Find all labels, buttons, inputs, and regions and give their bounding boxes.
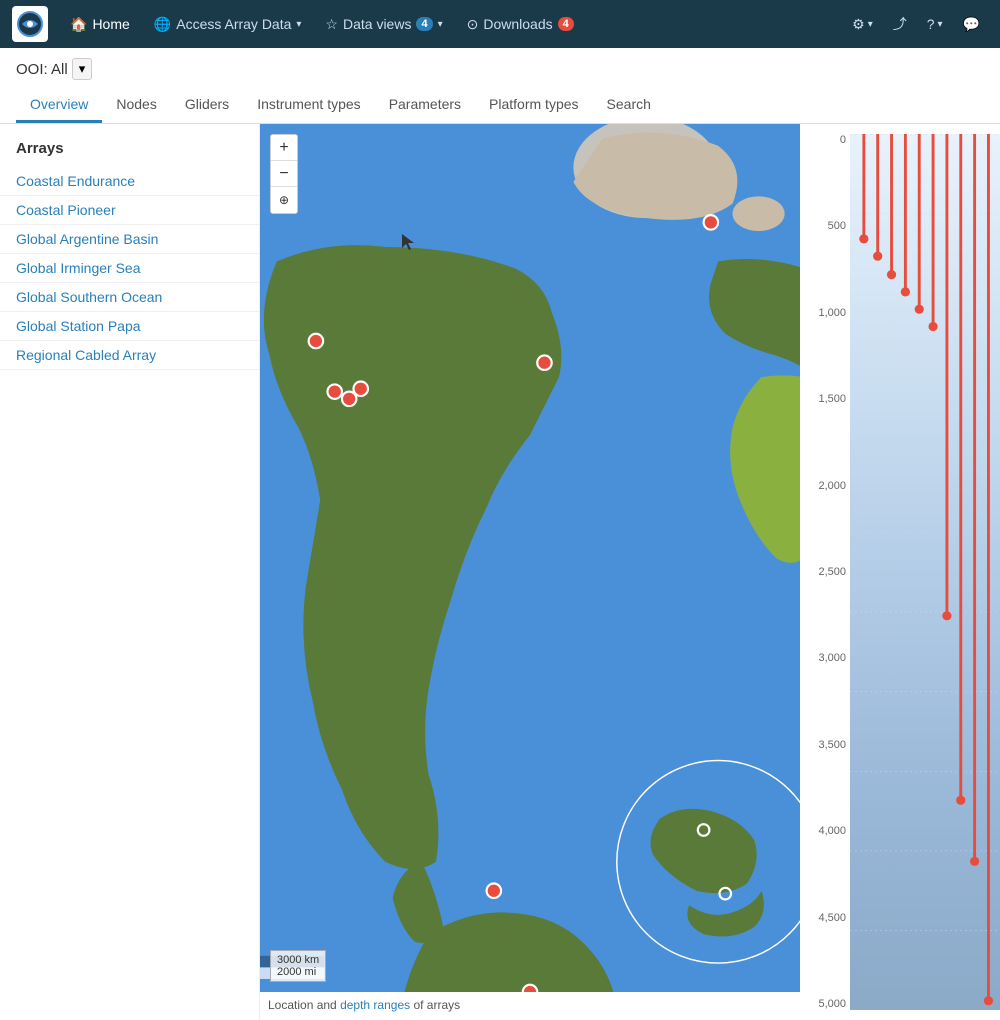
subheader: OOI: All ▾ Overview Nodes Gliders Instru… bbox=[0, 48, 1000, 124]
depth-label-3500: 3,500 bbox=[800, 739, 846, 751]
settings-nav[interactable]: ⚙ ▾ bbox=[844, 10, 881, 39]
map-caption: Location and depth ranges of arrays bbox=[260, 992, 800, 1018]
sidebar-item-coastal-pioneer[interactable]: Coastal Pioneer bbox=[0, 196, 259, 225]
ooi-logo bbox=[12, 6, 48, 42]
ooi-dropdown-btn[interactable]: ▾ bbox=[72, 58, 93, 80]
chat-nav[interactable]: 💬 bbox=[955, 10, 988, 39]
map-zoom-controls: + − ⊕ bbox=[270, 134, 298, 214]
depth-label-1500: 1,500 bbox=[800, 393, 846, 405]
tab-parameters[interactable]: Parameters bbox=[375, 88, 475, 123]
sidebar-item-coastal-endurance[interactable]: Coastal Endurance bbox=[0, 167, 259, 196]
depth-label-2000: 2,000 bbox=[800, 480, 846, 492]
chevron-down-icon-2: ▾ bbox=[438, 19, 443, 30]
chevron-down-icon: ▾ bbox=[296, 19, 301, 30]
home-nav[interactable]: 🏠 Home bbox=[60, 10, 140, 39]
chevron-down-icon-3: ▾ bbox=[868, 19, 873, 30]
download-icon: ⊙ bbox=[467, 16, 479, 33]
navbar: 🏠 Home 🌐 Access Array Data ▾ ☆ Data view… bbox=[0, 0, 1000, 48]
map-area: + − ⊕ 3000 km 2000 mi Location and depth… bbox=[260, 124, 800, 1020]
help-icon: ? bbox=[927, 16, 935, 32]
depth-label-3000: 3,000 bbox=[800, 652, 846, 664]
share-nav[interactable]: ⤴ bbox=[885, 8, 915, 40]
access-array-nav[interactable]: 🌐 Access Array Data ▾ bbox=[144, 10, 312, 39]
sidebar-item-global-southern[interactable]: Global Southern Ocean bbox=[0, 283, 259, 312]
sidebar-item-global-argentine[interactable]: Global Argentine Basin bbox=[0, 225, 259, 254]
depth-label-4000: 4,000 bbox=[800, 825, 846, 837]
scale-3000: 3000 km bbox=[277, 954, 319, 966]
depth-chart: 0 500 1,000 1,500 2,000 2,500 3,000 3,50… bbox=[800, 124, 1000, 1020]
share-icon: ⤴ bbox=[893, 14, 907, 34]
chevron-down-icon-4: ▾ bbox=[938, 19, 943, 30]
data-views-nav[interactable]: ☆ Data views 4 ▾ bbox=[315, 10, 452, 39]
tab-nodes[interactable]: Nodes bbox=[102, 88, 170, 123]
zoom-out-btn[interactable]: − bbox=[271, 161, 297, 187]
zoom-reset-btn[interactable]: ⊕ bbox=[271, 187, 297, 213]
downloads-nav[interactable]: ⊙ Downloads 4 bbox=[457, 10, 584, 39]
scale-2000: 2000 mi bbox=[277, 966, 319, 978]
sidebar-item-regional-cabled[interactable]: Regional Cabled Array bbox=[0, 341, 259, 370]
chat-icon: 💬 bbox=[963, 16, 980, 33]
data-views-badge: 4 bbox=[416, 17, 432, 31]
tab-bar: Overview Nodes Gliders Instrument types … bbox=[16, 88, 984, 123]
ooi-selector: OOI: All ▾ bbox=[16, 58, 984, 80]
star-icon: ☆ bbox=[325, 16, 338, 33]
depth-axis: 0 500 1,000 1,500 2,000 2,500 3,000 3,50… bbox=[800, 124, 850, 1020]
depth-label-4500: 4,500 bbox=[800, 912, 846, 924]
ooi-label: OOI: All bbox=[16, 61, 68, 78]
tab-platform-types[interactable]: Platform types bbox=[475, 88, 592, 123]
tab-search[interactable]: Search bbox=[593, 88, 665, 123]
downloads-badge: 4 bbox=[558, 17, 574, 31]
gear-icon: ⚙ bbox=[852, 16, 865, 33]
sidebar-item-global-station[interactable]: Global Station Papa bbox=[0, 312, 259, 341]
tab-gliders[interactable]: Gliders bbox=[171, 88, 243, 123]
tab-overview[interactable]: Overview bbox=[16, 88, 102, 123]
depth-ranges-link[interactable]: depth ranges bbox=[340, 998, 410, 1012]
map-container[interactable]: + − ⊕ 3000 km 2000 mi bbox=[260, 124, 800, 992]
globe-icon: 🌐 bbox=[154, 16, 171, 33]
tab-instrument-types[interactable]: Instrument types bbox=[243, 88, 375, 123]
help-nav[interactable]: ? ▾ bbox=[919, 10, 951, 38]
sidebar: Arrays Coastal Endurance Coastal Pioneer… bbox=[0, 124, 260, 1020]
scale-bar: 3000 km 2000 mi bbox=[270, 950, 326, 982]
sidebar-title: Arrays bbox=[0, 140, 259, 167]
home-icon: 🏠 bbox=[70, 16, 87, 33]
sidebar-item-global-irminger[interactable]: Global Irminger Sea bbox=[0, 254, 259, 283]
depth-label-1000: 1,000 bbox=[800, 307, 846, 319]
main-content: Arrays Coastal Endurance Coastal Pioneer… bbox=[0, 124, 1000, 1020]
depth-label-2500: 2,500 bbox=[800, 566, 846, 578]
zoom-in-btn[interactable]: + bbox=[271, 135, 297, 161]
depth-label-0: 0 bbox=[800, 134, 846, 146]
depth-label-500: 500 bbox=[800, 220, 846, 232]
